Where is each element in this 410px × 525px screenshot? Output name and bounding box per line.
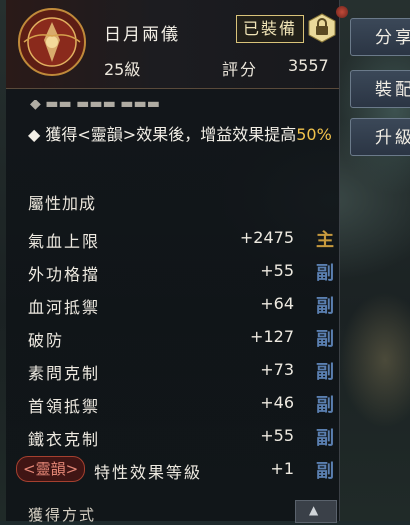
attribute-value: +2475 (239, 228, 294, 247)
item-tooltip-panel: 日月兩儀 25級 評分 3557 已裝備 ◆ ▬▬ ▬▬▬ ▬▬▬ ◆ 獲得<靈… (6, 0, 348, 524)
attribute-name: 素問克制 (28, 364, 101, 383)
attribute-value: +55 (260, 426, 294, 445)
attribute-value: +64 (260, 294, 294, 313)
attribute-row: 血河抵禦 +64 副 (28, 288, 338, 320)
attribute-tag-sub: 副 (316, 296, 334, 317)
attribute-row: 破防 +127 副 (28, 321, 338, 353)
item-header: 日月兩儀 25級 評分 3557 已裝備 (6, 0, 339, 89)
share-button[interactable]: 分享 (350, 18, 410, 56)
attribute-row: 首領抵禦 +46 副 (28, 387, 338, 419)
item-name: 日月兩儀 (104, 25, 180, 45)
attribute-tag-sub: 副 (316, 461, 334, 482)
attribute-tag-main: 主 (316, 230, 334, 251)
item-level: 25級 (104, 60, 141, 79)
effect-description: ◆ 獲得<靈韻>效果後，增益效果提高50% (28, 122, 340, 148)
attribute-name: 外功格擋 (28, 265, 101, 284)
clipped-text-line: ◆ ▬▬ ▬▬▬ ▬▬▬ (30, 100, 160, 112)
acquire-method-label: 獲得方式 (28, 506, 97, 524)
attribute-tag-sub: 副 (316, 362, 334, 383)
chevron-up-icon: ▲ (309, 503, 319, 517)
attribute-name: 鐵衣克制 (28, 430, 101, 449)
effect-highlight: 50% (296, 125, 332, 144)
lingyun-label: 特性效果等級 (94, 463, 203, 482)
attribute-row: 素問克制 +73 副 (28, 354, 338, 386)
close-dot-icon[interactable] (336, 6, 348, 18)
score-label: 評分 (222, 60, 259, 79)
attribute-tag-sub: 副 (316, 395, 334, 416)
item-emblem-icon (18, 8, 86, 76)
lock-icon[interactable] (306, 12, 338, 44)
attribute-row: 外功格擋 +55 副 (28, 255, 338, 287)
scroll-up-button[interactable]: ▲ (295, 500, 337, 523)
attribute-tag-sub: 副 (316, 263, 334, 284)
lingyun-value: +1 (270, 459, 294, 478)
attribute-name: 首領抵禦 (28, 397, 101, 416)
lingyun-badge: <靈韻> (16, 456, 86, 482)
attribute-row: 鐵衣克制 +55 副 (28, 420, 338, 452)
attribute-tag-sub: 副 (316, 428, 334, 449)
lingyun-row: <靈韻> 特性效果等級 +1 副 (6, 453, 338, 485)
attribute-value: +73 (260, 360, 294, 379)
attribute-value: +55 (260, 261, 294, 280)
score-value: 3557 (288, 56, 329, 75)
attribute-name: 血河抵禦 (28, 298, 101, 317)
attribute-name: 氣血上限 (28, 232, 101, 251)
attribute-row: 氣血上限 +2475 主 (28, 222, 338, 254)
effect-text: ◆ 獲得<靈韻>效果後，增益效果提高 (28, 125, 297, 144)
attribute-value: +127 (250, 327, 294, 346)
attribute-name: 破防 (28, 331, 65, 350)
attribute-tag-sub: 副 (316, 329, 334, 350)
attributes-section-title: 屬性加成 (28, 194, 97, 213)
upgrade-button[interactable]: 升級 (350, 118, 410, 156)
equip-button[interactable]: 裝配 (350, 70, 410, 108)
attribute-value: +46 (260, 393, 294, 412)
equip-status-badge: 已裝備 (236, 15, 305, 43)
